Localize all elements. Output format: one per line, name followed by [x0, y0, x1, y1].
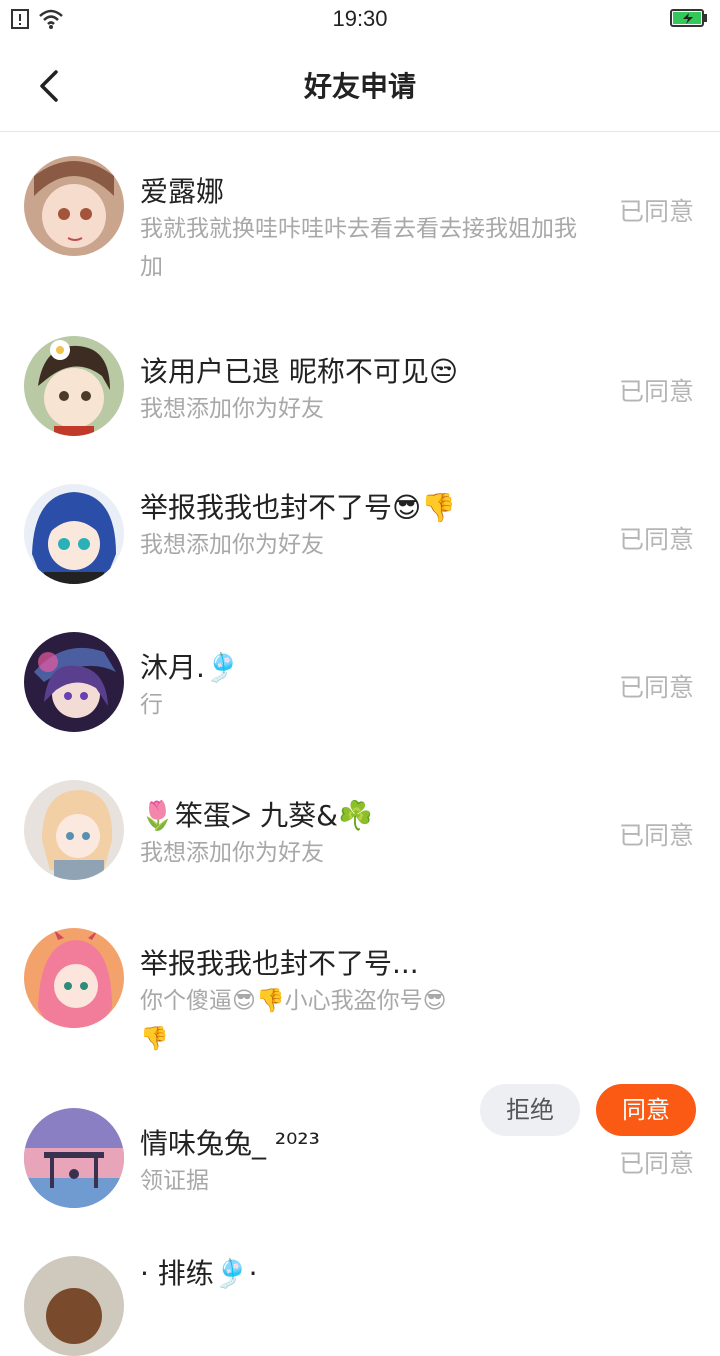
- status-time: 19:30: [332, 6, 388, 31]
- request-message: 我想添加你为好友: [140, 532, 324, 558]
- friend-request-item[interactable]: 情味兔兔_ ²⁰²³ 领证据 已同意: [0, 1100, 720, 1248]
- avatar[interactable]: [24, 1256, 124, 1356]
- avatar[interactable]: [24, 780, 124, 880]
- avatar[interactable]: [24, 928, 124, 1028]
- requester-name: · 排练🎐·: [140, 1257, 258, 1290]
- requester-name: 举报我我也封不了号😎👎: [140, 491, 457, 524]
- avatar[interactable]: [24, 632, 124, 732]
- friend-request-item[interactable]: 举报我我也封不了号... 你个傻逼😎👎小心我盗你号😎👎 拒绝 同意: [0, 904, 720, 1136]
- status-agreed: 已同意: [618, 377, 694, 406]
- requester-name: 情味兔兔_ ²⁰²³: [140, 1127, 320, 1160]
- app-header: 好友申请: [0, 40, 720, 132]
- request-message: 我想添加你为好友: [140, 840, 324, 866]
- requester-name: 举报我我也封不了号...: [140, 947, 419, 980]
- friend-request-item[interactable]: 该用户已退 昵称不可见😒 我想添加你为好友 已同意: [0, 312, 720, 460]
- requester-name: 🌷笨蛋ᐳ 九葵&☘️: [140, 799, 373, 832]
- page-title: 好友申请: [303, 70, 416, 103]
- request-message: 我想添加你为好友: [140, 396, 324, 422]
- friend-request-item[interactable]: 🌷笨蛋ᐳ 九葵&☘️ 我想添加你为好友 已同意: [0, 756, 720, 904]
- requester-name: 沐月.🎐: [140, 651, 240, 684]
- request-message: 我就我就换哇咔哇咔去看去看去接我姐加我加: [140, 216, 577, 280]
- requester-name: 该用户已退 昵称不可见😒: [140, 355, 459, 388]
- avatar[interactable]: [24, 336, 124, 436]
- status-agreed: 已同意: [618, 1149, 694, 1178]
- friend-request-item[interactable]: 沐月.🎐 行 已同意: [0, 608, 720, 756]
- avatar[interactable]: [24, 484, 124, 584]
- status-agreed: 已同意: [618, 197, 694, 226]
- friend-request-item[interactable]: 爱露娜 我就我就换哇咔哇咔去看去看去接我姐加我加 已同意: [0, 132, 720, 312]
- friend-request-item[interactable]: 举报我我也封不了号😎👎 我想添加你为好友 已同意: [0, 460, 720, 608]
- status-agreed: 已同意: [618, 821, 694, 850]
- avatar[interactable]: [24, 156, 124, 256]
- avatar[interactable]: [24, 1108, 124, 1208]
- request-message: 你个傻逼😎👎小心我盗你号😎👎: [140, 988, 447, 1052]
- request-message: 领证据: [140, 1168, 209, 1194]
- status-agreed: 已同意: [618, 525, 694, 554]
- request-message: 行: [140, 692, 163, 718]
- status-agreed: 已同意: [618, 673, 694, 702]
- status-bar: 19:30: [0, 0, 720, 40]
- friend-request-item[interactable]: · 排练🎐·: [0, 1248, 720, 1356]
- battery-charging-icon: [670, 9, 707, 27]
- requester-name: 爱露娜: [140, 175, 225, 208]
